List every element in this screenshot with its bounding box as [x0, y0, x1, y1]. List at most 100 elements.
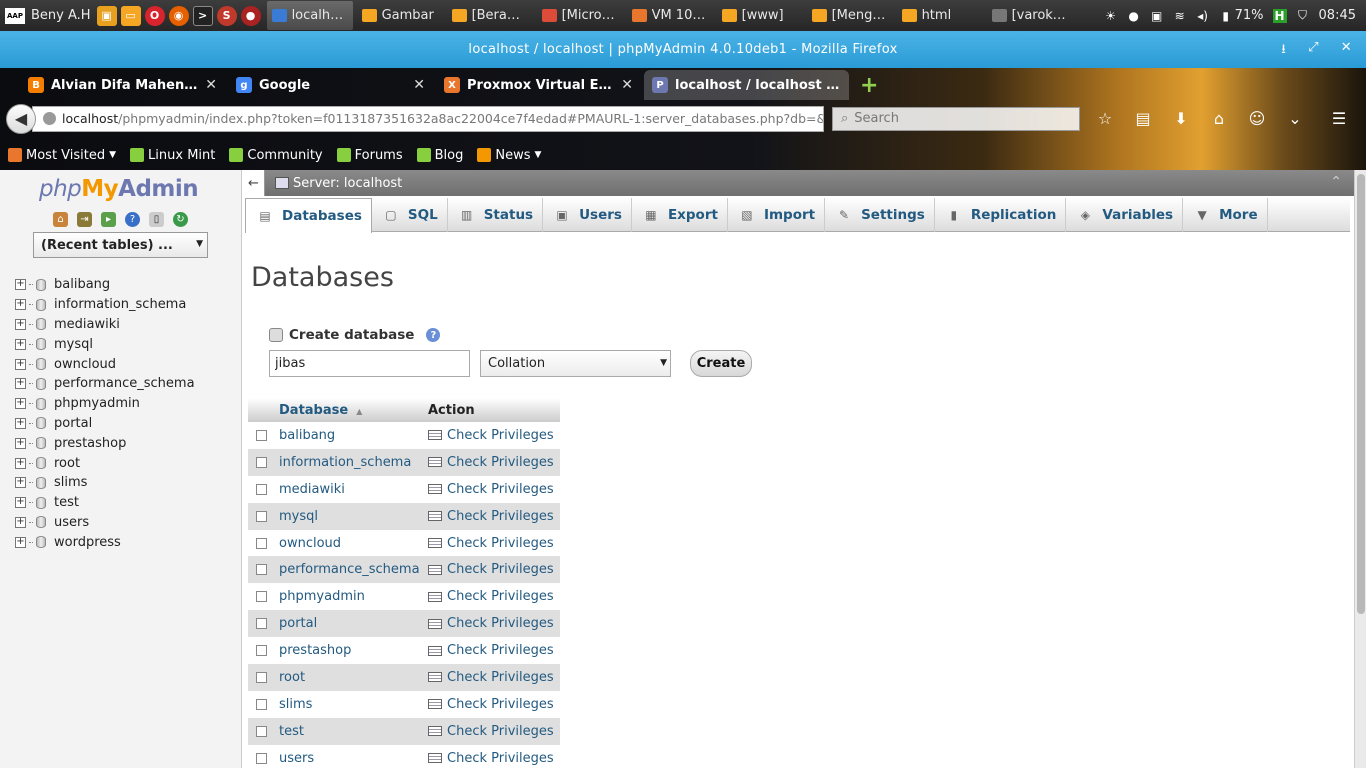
bookmark-item[interactable]: Community	[229, 148, 323, 163]
check-privileges-link[interactable]: Check Privileges	[424, 556, 560, 584]
firefox-launcher-icon[interactable]: ◉	[168, 5, 189, 26]
user-status-icon[interactable]: ●	[1127, 9, 1141, 23]
database-name-link[interactable]: information_schema	[275, 448, 424, 476]
row-checkbox[interactable]	[256, 429, 267, 441]
help-icon[interactable]: ?	[125, 212, 140, 227]
tree-database-label[interactable]: slims	[54, 475, 87, 490]
browser-tab[interactable]: g Google ✕	[228, 70, 433, 100]
database-name-input[interactable]	[269, 350, 470, 377]
minimize-icon[interactable]: ⭳	[1281, 40, 1286, 62]
tree-database-item[interactable]: + performance_schema	[15, 374, 195, 394]
recent-tables-select[interactable]: (Recent tables) ... ▼	[33, 232, 208, 258]
tab-close-icon[interactable]: ✕	[413, 77, 425, 93]
battery-indicator[interactable]: ▮ 71%	[1219, 8, 1263, 23]
phpmyadmin-logo[interactable]: phpMyAdmin	[39, 176, 199, 202]
menu-tab-users[interactable]: ▣ Users	[543, 198, 632, 232]
expand-icon[interactable]: +	[15, 536, 26, 548]
tree-database-label[interactable]: owncloud	[54, 357, 116, 372]
menu-tab-settings[interactable]: ✎ Settings	[825, 198, 935, 232]
menu-icon[interactable]: ☰	[1330, 109, 1348, 128]
browser-tab[interactable]: B Alvian Difa Mahendra: ··· ✕	[20, 70, 225, 100]
opera-launcher-icon[interactable]: O	[144, 5, 165, 26]
chat-icon[interactable]: ☺	[1248, 109, 1266, 128]
tree-database-item[interactable]: + portal	[15, 414, 195, 434]
bookmark-item[interactable]: News ▼	[477, 148, 541, 163]
bookmark-item[interactable]: Most Visited ▼	[8, 148, 116, 163]
tree-database-label[interactable]: root	[54, 456, 80, 471]
database-name-link[interactable]: prestashop	[275, 637, 424, 664]
row-checkbox[interactable]	[256, 564, 267, 576]
wifi-icon[interactable]: ≋	[1173, 9, 1187, 23]
database-name-link[interactable]: balibang	[275, 422, 424, 449]
tree-database-label[interactable]: phpmyadmin	[54, 396, 140, 411]
create-button[interactable]: Create	[690, 350, 752, 377]
taskbar-window[interactable]: html	[897, 1, 983, 30]
maximize-icon[interactable]: ⤢	[1308, 40, 1319, 62]
expand-icon[interactable]: +	[15, 457, 26, 469]
check-privileges-link[interactable]: Check Privileges	[424, 691, 560, 718]
expand-icon[interactable]: +	[15, 378, 26, 390]
scroll-top-icon[interactable]: ⌃	[1330, 174, 1342, 190]
tree-database-item[interactable]: + root	[15, 453, 195, 473]
tab-close-icon[interactable]: ✕	[621, 77, 633, 93]
database-name-link[interactable]: test	[275, 717, 424, 745]
expand-icon[interactable]: +	[15, 279, 26, 291]
page-scrollbar[interactable]	[1354, 170, 1366, 768]
bookmark-item[interactable]: Forums	[336, 148, 403, 163]
row-checkbox[interactable]	[256, 645, 267, 657]
row-checkbox[interactable]	[256, 725, 267, 737]
url-bar[interactable]: localhost/phpmyadmin/index.php?token=f01…	[32, 105, 824, 132]
back-button[interactable]: ◀	[6, 103, 36, 134]
tree-database-item[interactable]: + users	[15, 513, 195, 533]
taskbar-window[interactable]: VM 100 ...	[627, 1, 713, 30]
search-bar[interactable]: ⌕ Search	[832, 106, 1080, 131]
tree-database-item[interactable]: + balibang	[15, 275, 195, 295]
close-icon[interactable]: ✕	[1341, 40, 1352, 62]
shield-icon[interactable]: ⛉	[1296, 8, 1310, 23]
collapse-navigation-button[interactable]: ←	[243, 170, 265, 196]
database-name-link[interactable]: mysql	[275, 502, 424, 530]
database-column-header[interactable]: Database ▲	[275, 398, 424, 422]
files-launcher-icon[interactable]: ▣	[96, 5, 117, 26]
database-name-link[interactable]: portal	[275, 610, 424, 638]
help-icon[interactable]: ?	[426, 328, 441, 342]
tree-database-item[interactable]: + phpmyadmin	[15, 394, 195, 414]
database-name-link[interactable]: performance_schema	[275, 556, 424, 584]
bookmark-item[interactable]: Linux Mint	[130, 148, 215, 163]
expand-icon[interactable]: +	[15, 338, 26, 350]
check-privileges-link[interactable]: Check Privileges	[424, 476, 560, 503]
taskbar-window[interactable]: [Micros...	[537, 1, 623, 30]
expand-icon[interactable]: +	[15, 477, 26, 489]
home-icon[interactable]: ⌂	[53, 212, 68, 227]
row-checkbox[interactable]	[256, 752, 267, 764]
user-menu[interactable]: AAP Beny A.H	[0, 0, 97, 31]
check-privileges-link[interactable]: Check Privileges	[424, 717, 560, 745]
record-launcher-icon[interactable]: ●	[240, 5, 261, 26]
clock[interactable]: 08:45	[1319, 8, 1356, 23]
download-icon[interactable]: ⬇	[1172, 109, 1190, 128]
row-checkbox[interactable]	[256, 698, 267, 710]
check-privileges-link[interactable]: Check Privileges	[424, 530, 560, 557]
expand-icon[interactable]: +	[15, 358, 26, 370]
expand-icon[interactable]: +	[15, 417, 26, 429]
bookmark-star-icon[interactable]: ☆	[1096, 109, 1114, 128]
check-privileges-link[interactable]: Check Privileges	[424, 745, 560, 768]
tree-database-item[interactable]: + mysql	[15, 334, 195, 354]
database-name-link[interactable]: root	[275, 664, 424, 691]
database-name-link[interactable]: users	[275, 745, 424, 768]
tree-database-item[interactable]: + prestashop	[15, 433, 195, 453]
expand-icon[interactable]: +	[15, 398, 26, 410]
expand-icon[interactable]: +	[15, 516, 26, 528]
volume-icon[interactable]: ◂)	[1196, 9, 1210, 23]
menu-tab-status[interactable]: ▥ Status	[448, 198, 544, 232]
tree-database-label[interactable]: mysql	[54, 337, 93, 352]
bookmark-item[interactable]: Blog	[416, 148, 463, 163]
row-checkbox[interactable]	[256, 483, 267, 495]
tree-database-label[interactable]: mediawiki	[54, 317, 120, 332]
menu-tab-more[interactable]: ▼ More	[1183, 198, 1268, 232]
tree-database-label[interactable]: wordpress	[54, 535, 121, 550]
reading-list-icon[interactable]: ▤	[1134, 109, 1152, 128]
documentation-icon[interactable]: ▯	[149, 212, 164, 227]
tree-database-label[interactable]: users	[54, 515, 89, 530]
taskbar-window[interactable]: localhos...	[266, 1, 353, 30]
